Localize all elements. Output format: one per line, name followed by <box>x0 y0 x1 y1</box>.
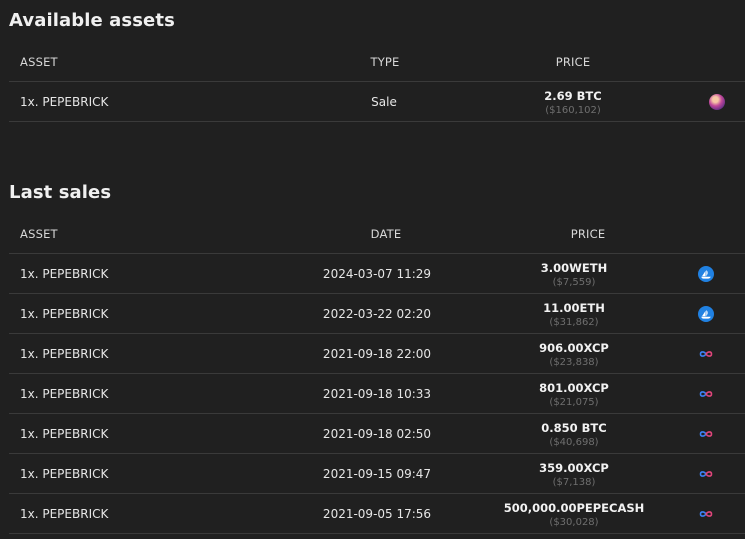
infinity-icon[interactable] <box>698 426 714 442</box>
col-price-header: PRICE <box>570 227 606 241</box>
sale-date: 2021-09-18 10:33 <box>322 387 432 401</box>
table-row[interactable]: 1x. PEPEBRICK 2022-03-22 02:20 11.00ETH ($3… <box>9 294 745 334</box>
price-cell: 801.00XCP ($21,075) <box>539 381 609 408</box>
price-usd: ($160,102) <box>545 105 601 116</box>
available-assets-table: ASSET TYPE PRICE 1x. PEPEBRICK Sale 2.69… <box>9 41 745 122</box>
table-row[interactable]: 1x. PEPEBRICK 2021-09-18 22:00 906.00XCP ($… <box>9 334 745 374</box>
price-cell: 500,000.00PEPECASH ($30,028) <box>504 501 645 528</box>
table-header: ASSET DATE PRICE <box>9 213 745 254</box>
price-cell: 906.00XCP ($23,838) <box>539 341 609 368</box>
table-row[interactable]: 1x. PEPEBRICK Sale 2.69 BTC ($160,102) <box>9 82 745 122</box>
price-usd: ($7,138) <box>552 477 596 488</box>
price-value: 11.00ETH <box>543 301 605 315</box>
col-asset-header: ASSET <box>20 55 58 69</box>
opensea-icon[interactable] <box>698 266 714 282</box>
sale-date: 2021-09-18 22:00 <box>322 347 432 361</box>
price-usd: ($40,698) <box>549 437 599 448</box>
price-usd: ($7,559) <box>552 277 596 288</box>
price-value: 906.00XCP <box>539 341 609 355</box>
price-value: 801.00XCP <box>539 381 609 395</box>
col-date-header: DATE <box>370 227 402 241</box>
available-assets-title: Available assets <box>9 10 175 31</box>
last-sales-title: Last sales <box>9 182 112 203</box>
asset-name[interactable]: 1x. PEPEBRICK <box>20 347 108 361</box>
asset-name[interactable]: 1x. PEPEBRICK <box>20 427 108 441</box>
asset-name[interactable]: 1x. PEPEBRICK <box>20 95 108 109</box>
sale-date: 2021-09-18 02:50 <box>322 427 432 441</box>
asset-type: Sale <box>371 95 397 109</box>
price-usd: ($21,075) <box>549 397 599 408</box>
sale-date: 2021-09-15 09:47 <box>322 467 432 481</box>
table-row[interactable]: 1x. PEPEBRICK 2021-09-15 09:47 359.00XCP ($… <box>9 454 745 494</box>
table-row[interactable]: 1x. PEPEBRICK 2021-09-18 02:50 0.850 BTC ($… <box>9 414 745 454</box>
price-cell: 3.00WETH ($7,559) <box>541 261 607 288</box>
price-cell: 0.850 BTC ($40,698) <box>541 421 606 448</box>
price-usd: ($31,862) <box>549 317 599 328</box>
price-value: 0.850 BTC <box>541 421 607 435</box>
infinity-icon[interactable] <box>698 386 714 402</box>
price-cell: 2.69 BTC ($160,102) <box>544 89 601 116</box>
infinity-icon[interactable] <box>698 466 714 482</box>
price-usd: ($23,838) <box>549 357 599 368</box>
sale-date: 2021-09-05 17:56 <box>322 507 432 521</box>
table-header: ASSET TYPE PRICE <box>9 41 745 82</box>
price-value: 3.00WETH <box>540 261 608 275</box>
seller-avatar-icon[interactable] <box>709 94 725 110</box>
col-asset-header: ASSET <box>20 227 58 241</box>
infinity-icon[interactable] <box>698 506 714 522</box>
infinity-icon[interactable] <box>698 346 714 362</box>
col-price-header: PRICE <box>555 55 591 69</box>
opensea-icon[interactable] <box>698 306 714 322</box>
price-cell: 11.00ETH ($31,862) <box>543 301 605 328</box>
price-cell: 359.00XCP ($7,138) <box>539 461 609 488</box>
sales-rows: 1x. PEPEBRICK 2024-03-07 11:29 3.00WETH ($7… <box>9 254 745 534</box>
col-type-header: TYPE <box>370 55 400 69</box>
sale-date: 2024-03-07 11:29 <box>322 267 432 281</box>
asset-name[interactable]: 1x. PEPEBRICK <box>20 507 108 521</box>
asset-name[interactable]: 1x. PEPEBRICK <box>20 267 108 281</box>
price-value: 500,000.00PEPECASH <box>503 501 645 515</box>
price-value: 2.69 BTC <box>544 89 602 103</box>
sale-date: 2022-03-22 02:20 <box>322 307 432 321</box>
price-usd: ($30,028) <box>549 517 599 528</box>
asset-name[interactable]: 1x. PEPEBRICK <box>20 387 108 401</box>
asset-name[interactable]: 1x. PEPEBRICK <box>20 467 108 481</box>
asset-name[interactable]: 1x. PEPEBRICK <box>20 307 108 321</box>
table-row[interactable]: 1x. PEPEBRICK 2021-09-05 17:56 500,000.00P… <box>9 494 745 534</box>
table-row[interactable]: 1x. PEPEBRICK 2021-09-18 10:33 801.00XCP ($… <box>9 374 745 414</box>
last-sales-table: ASSET DATE PRICE 1x. PEPEBRICK 2024-03-07… <box>9 213 745 534</box>
price-value: 359.00XCP <box>539 461 609 475</box>
table-row[interactable]: 1x. PEPEBRICK 2024-03-07 11:29 3.00WETH ($7… <box>9 254 745 294</box>
